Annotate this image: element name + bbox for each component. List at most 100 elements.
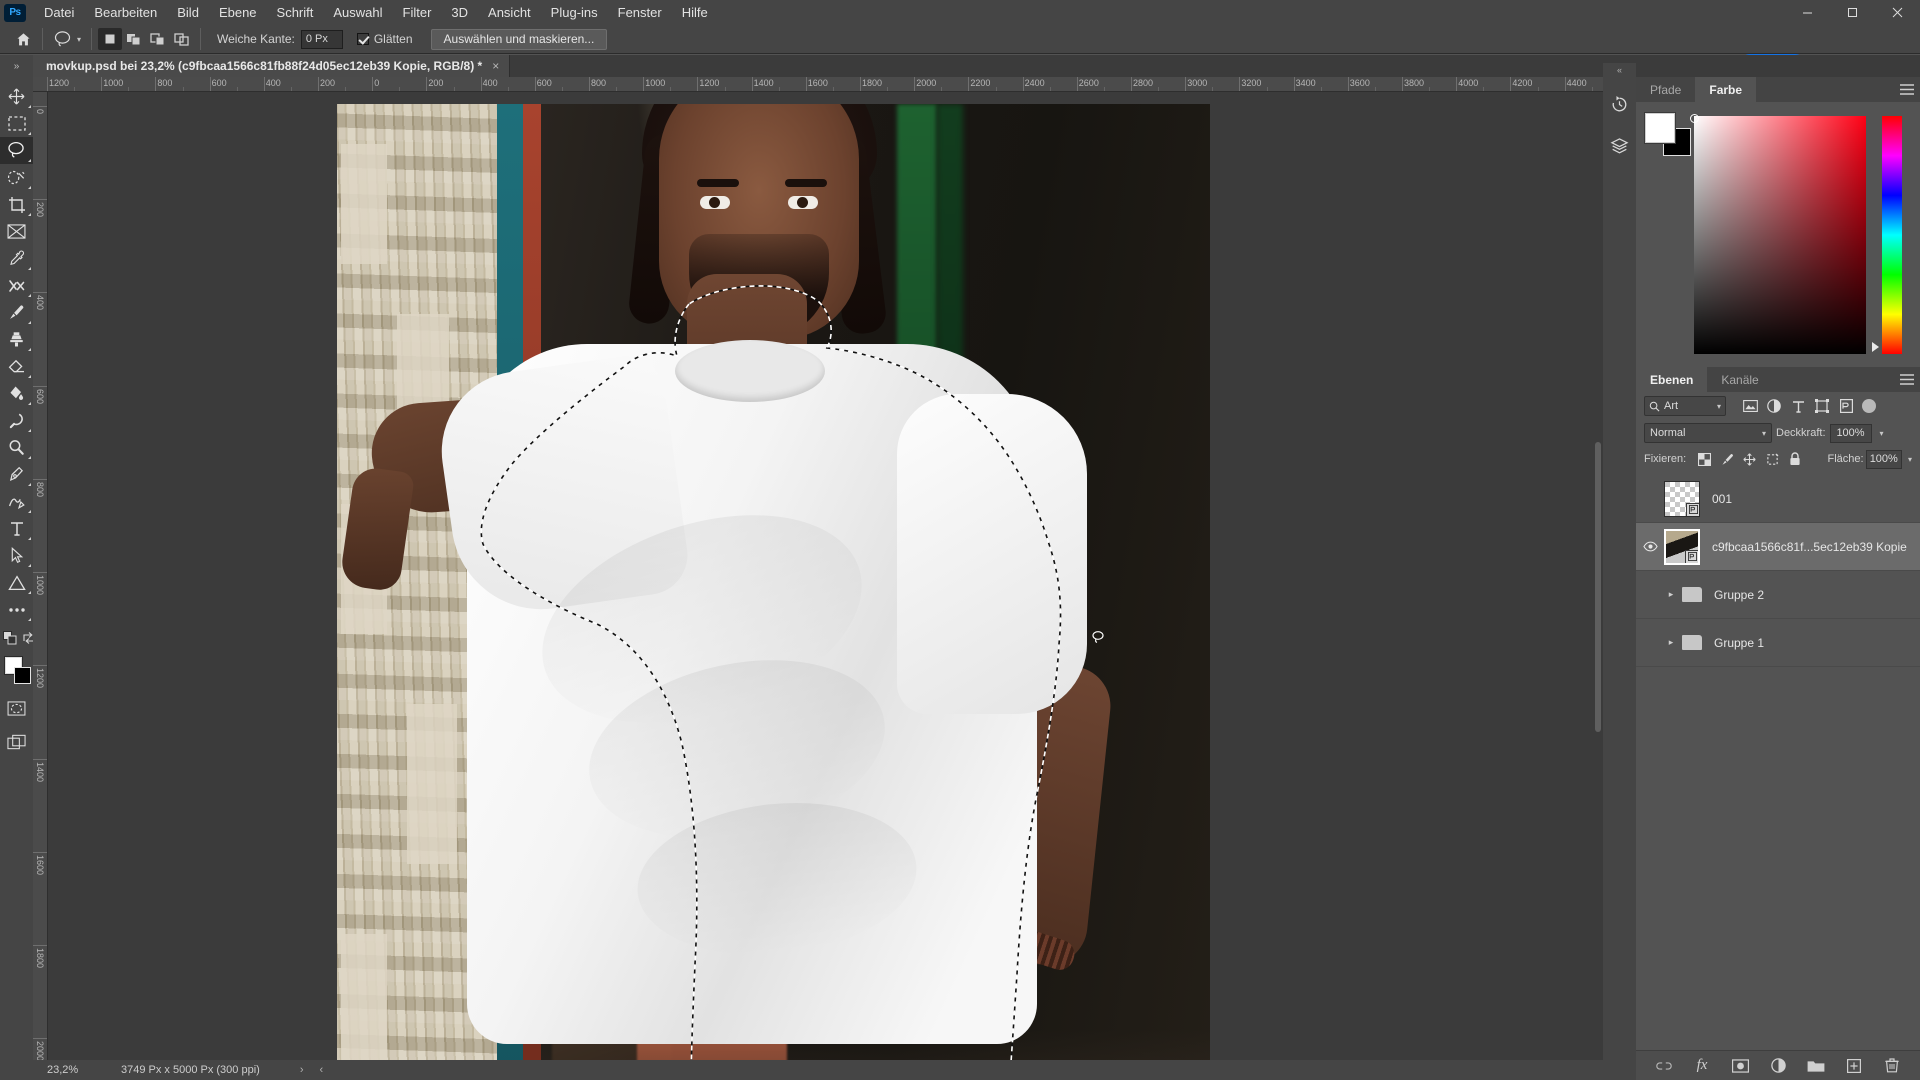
menu-item-auswahl[interactable]: Auswahl <box>323 0 392 25</box>
quick-mask-icon[interactable] <box>0 695 33 722</box>
home-icon[interactable] <box>10 27 36 51</box>
scrollbar-thumb[interactable] <box>1595 442 1601 732</box>
chevron-down-icon[interactable]: ▾ <box>1880 429 1884 438</box>
clone-stamp-tool[interactable] <box>0 326 33 353</box>
menu-item-bearbeiten[interactable]: Bearbeiten <box>84 0 167 25</box>
color-panel-swatches[interactable] <box>1646 114 1692 156</box>
filter-type-icon[interactable] <box>1786 395 1810 417</box>
table-row[interactable]: ▸ Gruppe 1 <box>1636 619 1920 667</box>
opacity-input[interactable]: 100% <box>1829 423 1872 443</box>
layer-name[interactable]: Gruppe 1 <box>1714 636 1764 650</box>
toolbar-collapse-button[interactable]: » <box>0 55 33 77</box>
menu-item-schrift[interactable]: Schrift <box>267 0 324 25</box>
hue-slider-marker[interactable] <box>1872 342 1879 352</box>
feather-input[interactable]: 0 Px <box>300 29 343 49</box>
tab-ebenen[interactable]: Ebenen <box>1636 367 1708 392</box>
lock-image-icon[interactable] <box>1717 448 1738 470</box>
filter-pixel-icon[interactable] <box>1738 395 1762 417</box>
pen-tool[interactable] <box>0 461 33 488</box>
layer-visibility-toggle[interactable] <box>1636 523 1664 571</box>
layer-filter-kind-select[interactable]: Art ▾ <box>1644 396 1726 416</box>
chevron-down-icon[interactable]: ▾ <box>1908 455 1912 464</box>
maximize-button[interactable] <box>1830 0 1875 25</box>
new-selection-button[interactable] <box>98 28 123 50</box>
chevron-right-icon[interactable]: ▸ <box>1664 589 1678 600</box>
status-prev-icon[interactable]: ‹ <box>319 1064 323 1076</box>
color-picker-field[interactable] <box>1694 116 1866 354</box>
object-selection-tool[interactable] <box>0 164 33 191</box>
antialias-checkbox-wrap[interactable]: Glätten <box>356 32 413 46</box>
antialias-checkbox[interactable] <box>356 33 369 45</box>
layer-thumbnail[interactable] <box>1664 528 1700 565</box>
document-tab[interactable]: movkup.psd bei 23,2% (c9fbcaa1566c81fb88… <box>33 55 511 77</box>
dodge-tool[interactable] <box>0 407 33 434</box>
curvature-pen-tool[interactable] <box>0 488 33 515</box>
frame-tool[interactable] <box>0 218 33 245</box>
move-tool[interactable] <box>0 83 33 110</box>
dock-collapse-button[interactable]: « <box>1603 63 1636 77</box>
color-swatches[interactable] <box>0 655 33 691</box>
select-and-mask-button[interactable]: Auswählen und maskieren... <box>430 28 608 50</box>
rectangular-marquee-tool[interactable] <box>0 110 33 137</box>
lock-artboard-icon[interactable] <box>1762 448 1783 470</box>
lasso-tool[interactable] <box>0 137 33 164</box>
default-colors-icon[interactable] <box>3 630 17 648</box>
minimize-button[interactable] <box>1785 0 1830 25</box>
layer-name[interactable]: 001 <box>1712 492 1732 506</box>
menu-item-ansicht[interactable]: Ansicht <box>478 0 541 25</box>
layer-mask-icon[interactable] <box>1730 1056 1750 1076</box>
status-next-icon[interactable]: › <box>300 1064 304 1076</box>
add-to-selection-button[interactable] <box>122 28 146 50</box>
history-icon[interactable] <box>1603 87 1636 121</box>
canvas-area[interactable] <box>48 92 1603 1060</box>
background-color-swatch[interactable] <box>14 667 31 684</box>
color-panel-foreground-swatch[interactable] <box>1646 114 1674 142</box>
status-zoom-level[interactable]: 23,2% <box>33 1064 95 1076</box>
lock-all-icon[interactable] <box>1785 448 1806 470</box>
panel-menu-icon[interactable] <box>1894 77 1920 102</box>
shape-tool[interactable] <box>0 569 33 596</box>
path-selection-tool[interactable] <box>0 542 33 569</box>
close-button[interactable] <box>1875 0 1920 25</box>
crop-tool[interactable] <box>0 191 33 218</box>
layer-name[interactable]: c9fbcaa1566c81f...5ec12eb39 Kopie <box>1712 540 1907 554</box>
adjustment-layer-icon[interactable] <box>1768 1056 1788 1076</box>
table-row[interactable]: 001 <box>1636 475 1920 523</box>
eyedropper-tool[interactable] <box>0 245 33 272</box>
filter-smart-icon[interactable] <box>1834 395 1858 417</box>
layer-visibility-toggle[interactable] <box>1636 619 1664 667</box>
tab-pfade[interactable]: Pfade <box>1636 77 1695 102</box>
link-layers-icon[interactable] <box>1654 1056 1674 1076</box>
color-panel[interactable] <box>1636 102 1920 366</box>
menu-item-datei[interactable]: Datei <box>34 0 84 25</box>
menu-item-plugins[interactable]: Plug-ins <box>541 0 608 25</box>
filter-shape-icon[interactable] <box>1810 395 1834 417</box>
layer-filter-toggle[interactable] <box>1862 399 1876 413</box>
gradient-tool[interactable] <box>0 380 33 407</box>
type-tool[interactable] <box>0 515 33 542</box>
intersect-selection-button[interactable] <box>170 28 194 50</box>
filter-adjustment-icon[interactable] <box>1762 395 1786 417</box>
zoom-tool[interactable] <box>0 434 33 461</box>
menu-item-bild[interactable]: Bild <box>167 0 209 25</box>
screen-mode-icon[interactable] <box>0 728 33 755</box>
tab-farbe[interactable]: Farbe <box>1695 77 1757 102</box>
menu-item-hilfe[interactable]: Hilfe <box>672 0 718 25</box>
delete-layer-icon[interactable] <box>1882 1056 1902 1076</box>
canvas-vertical-scrollbar[interactable] <box>1593 92 1603 1060</box>
panel-menu-icon[interactable] <box>1894 367 1920 392</box>
hue-slider[interactable] <box>1882 116 1902 354</box>
eraser-tool[interactable] <box>0 353 33 380</box>
lock-transparent-icon[interactable] <box>1694 448 1715 470</box>
blend-mode-select[interactable]: Normal ▾ <box>1644 423 1772 443</box>
table-row[interactable]: ▸ Gruppe 2 <box>1636 571 1920 619</box>
tab-kanaele[interactable]: Kanäle <box>1707 367 1772 392</box>
more-tools[interactable] <box>0 596 33 623</box>
subtract-from-selection-button[interactable] <box>146 28 170 50</box>
layer-visibility-toggle[interactable] <box>1636 475 1664 523</box>
document-canvas[interactable] <box>337 104 1210 1060</box>
close-icon[interactable]: × <box>492 59 499 73</box>
new-layer-icon[interactable] <box>1844 1056 1864 1076</box>
lock-position-icon[interactable] <box>1740 448 1761 470</box>
healing-brush-tool[interactable] <box>0 272 33 299</box>
